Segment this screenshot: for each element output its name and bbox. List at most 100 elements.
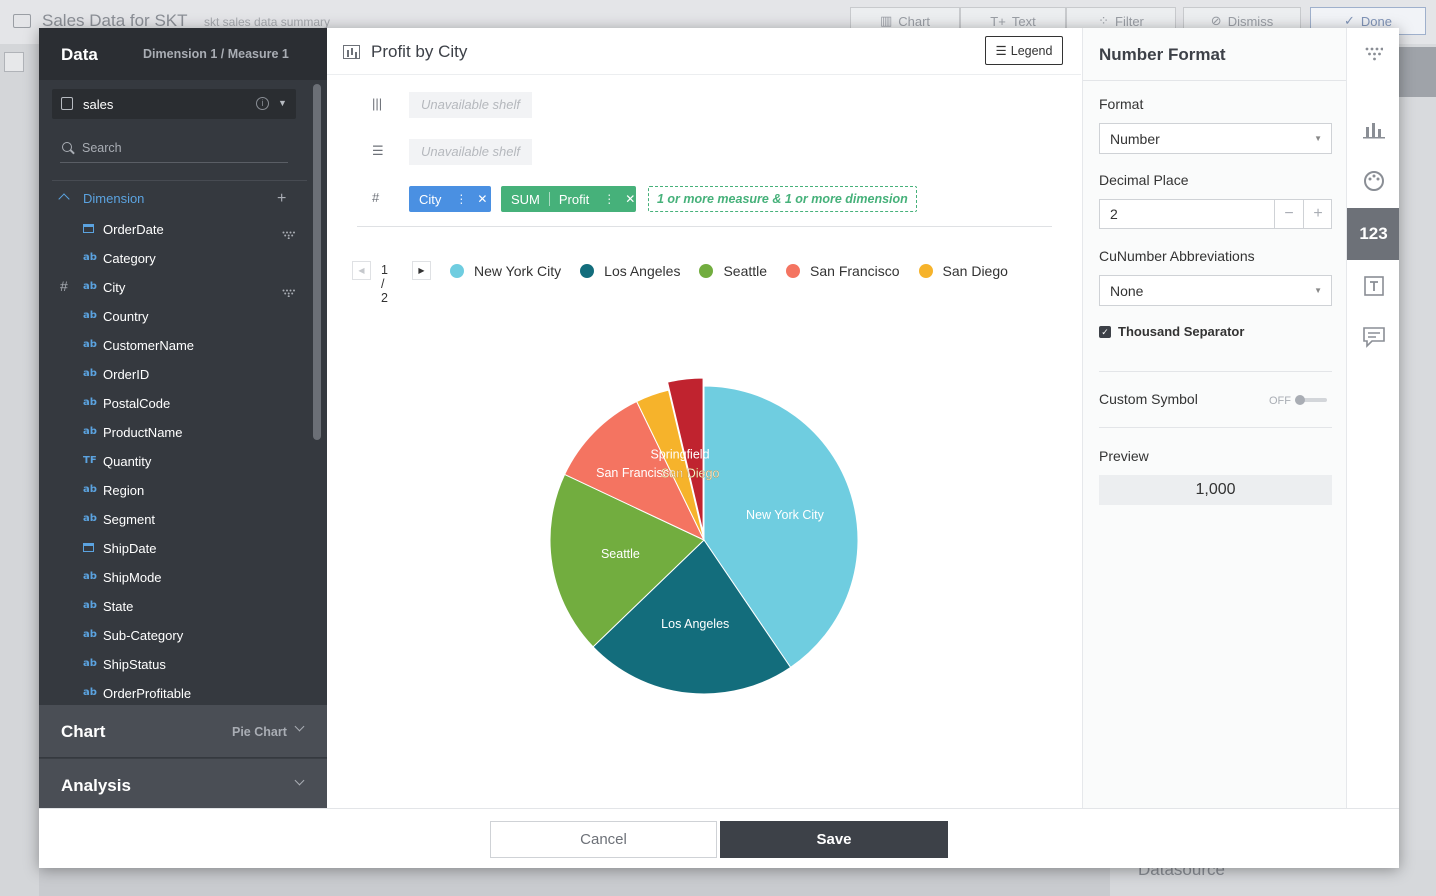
custom-symbol-label: Custom Symbol <box>1099 391 1198 407</box>
legend-button-label: Legend <box>1010 43 1053 58</box>
legend-label: New York City <box>474 263 562 279</box>
dimension-header[interactable]: Dimension + <box>39 186 311 212</box>
caret-down-icon: ▼ <box>1314 134 1322 143</box>
field-item[interactable]: ab Country <box>39 302 311 331</box>
preview-label: Preview <box>1099 448 1149 464</box>
filter-icon[interactable] <box>282 226 295 240</box>
scrollbar[interactable] <box>313 84 321 440</box>
chart-icon: ▥ <box>879 13 893 28</box>
filter-icon[interactable] <box>282 284 295 298</box>
rows-icon: ☰ <box>372 143 384 158</box>
info-icon[interactable]: i <box>256 97 269 110</box>
field-item[interactable]: ab ProductName <box>39 418 311 447</box>
field-item[interactable]: ab ShipMode <box>39 563 311 592</box>
text-icon: T+ <box>990 13 1006 29</box>
custom-symbol-toggle[interactable] <box>1295 395 1327 405</box>
more-icon[interactable]: ⋮ <box>455 192 467 206</box>
legend-button[interactable]: ☰ Legend <box>985 36 1063 65</box>
next-page-icon[interactable]: ▶ <box>412 261 431 280</box>
legend-swatch <box>786 264 801 278</box>
save-button[interactable]: Save <box>720 821 948 858</box>
cancel-button[interactable]: Cancel <box>490 821 717 858</box>
aggregation-label[interactable]: SUM <box>511 192 540 207</box>
on-shelf-icon: # <box>60 278 68 294</box>
field-type-icon: ab <box>83 368 97 379</box>
caret-down-icon[interactable]: ▼ <box>278 98 287 108</box>
text-icon[interactable] <box>1347 260 1399 312</box>
divider <box>1083 80 1347 81</box>
chevron-up-icon[interactable] <box>58 193 70 205</box>
plus-icon[interactable]: + <box>1303 200 1332 228</box>
legend-item[interactable]: Los Angeles <box>580 260 680 282</box>
field-item[interactable]: OrderDate <box>39 215 311 244</box>
field-list: OrderDate ab Category # ab City ab Country ab Cus… <box>39 215 311 705</box>
calendar-icon <box>83 542 94 555</box>
field-item[interactable]: ab State <box>39 592 311 621</box>
comment-icon[interactable] <box>1347 311 1399 363</box>
pie-label: Seattle <box>601 547 640 561</box>
field-item[interactable]: # ab City <box>39 273 311 302</box>
legend-item[interactable]: San Francisco <box>786 260 900 282</box>
legend-item[interactable]: Seattle <box>699 260 767 282</box>
legend-item[interactable]: New York City <box>450 260 561 282</box>
field-item[interactable]: ab ShipStatus <box>39 650 311 679</box>
abbreviation-value: None <box>1110 283 1144 299</box>
bar-chart-icon[interactable] <box>1347 103 1399 155</box>
search-input[interactable] <box>82 138 282 158</box>
field-item[interactable]: ab Region <box>39 476 311 505</box>
field-item[interactable]: ab OrderProfitable <box>39 679 311 705</box>
chart-section[interactable]: Chart Pie Chart <box>39 705 327 757</box>
profit-pill[interactable]: SUM Profit ⋮ ✕ <box>501 186 636 212</box>
pie-label: Springfield <box>650 447 709 461</box>
palette-icon[interactable] <box>1347 155 1399 207</box>
legend-swatch <box>918 264 933 278</box>
chart-type-value: Pie Chart <box>232 725 287 739</box>
field-item[interactable]: ab PostalCode <box>39 389 311 418</box>
field-item[interactable]: ab OrderID <box>39 360 311 389</box>
divider <box>52 180 307 181</box>
field-name: ShipDate <box>103 541 157 556</box>
shelf-drop-zone[interactable]: 1 or more measure & 1 or more dimension <box>648 186 917 212</box>
legend-item[interactable]: San Diego <box>918 260 1008 282</box>
field-item[interactable]: ab Sub-Category <box>39 621 311 650</box>
thousand-separator-checkbox[interactable]: ✓ <box>1099 326 1111 338</box>
decimal-value[interactable]: 2 <box>1110 206 1118 222</box>
pie-chart[interactable]: New York CityLos AngelesSeattleSan Franc… <box>327 303 1081 723</box>
pie-label: Los Angeles <box>661 617 729 631</box>
legend-swatch <box>450 264 464 278</box>
field-search <box>60 134 288 163</box>
format-select[interactable]: Number ▼ <box>1099 123 1332 154</box>
caret-down-icon: ▼ <box>1314 286 1322 295</box>
field-item[interactable]: ab CustomerName <box>39 331 311 360</box>
pill-divider <box>548 192 550 206</box>
legend-label: Los Angeles <box>604 263 681 279</box>
city-pill[interactable]: City ⋮ ✕ <box>409 186 491 212</box>
filter-icon[interactable] <box>1347 28 1399 80</box>
pie-label: San Diego <box>661 466 719 480</box>
number-format-icon: 123 <box>1359 224 1388 243</box>
more-icon[interactable]: ⋮ <box>603 192 615 206</box>
field-item[interactable]: ab Segment <box>39 505 311 534</box>
minus-icon[interactable]: − <box>1274 200 1303 228</box>
abbreviation-select[interactable]: None ▼ <box>1099 275 1332 306</box>
remove-icon[interactable]: ✕ <box>477 192 487 206</box>
add-dimension-icon[interactable]: + <box>277 190 286 208</box>
analysis-section[interactable]: Analysis <box>39 758 327 808</box>
datasource-select[interactable]: sales i ▼ <box>52 89 296 119</box>
pie-label: New York City <box>746 508 825 522</box>
number-format-tab[interactable]: 123 <box>1347 208 1399 260</box>
field-type-icon: ab <box>83 513 97 524</box>
thousand-separator-label[interactable]: Thousand Separator <box>1118 324 1244 339</box>
field-item[interactable]: TF Quantity <box>39 447 311 476</box>
field-item[interactable]: ShipDate <box>39 534 311 563</box>
field-name: OrderDate <box>103 222 164 237</box>
chart-title[interactable]: Profit by City <box>371 42 467 62</box>
field-name: Region <box>103 483 145 498</box>
field-item[interactable]: ab Category <box>39 244 311 273</box>
bg-dismiss-label: Dismiss <box>1227 13 1274 29</box>
field-type-icon: ab <box>83 252 97 263</box>
field-type-icon: ab <box>83 426 97 437</box>
prev-page-icon[interactable]: ◀ <box>352 261 371 280</box>
field-type-icon: ab <box>83 687 97 698</box>
remove-icon[interactable]: ✕ <box>625 192 635 206</box>
